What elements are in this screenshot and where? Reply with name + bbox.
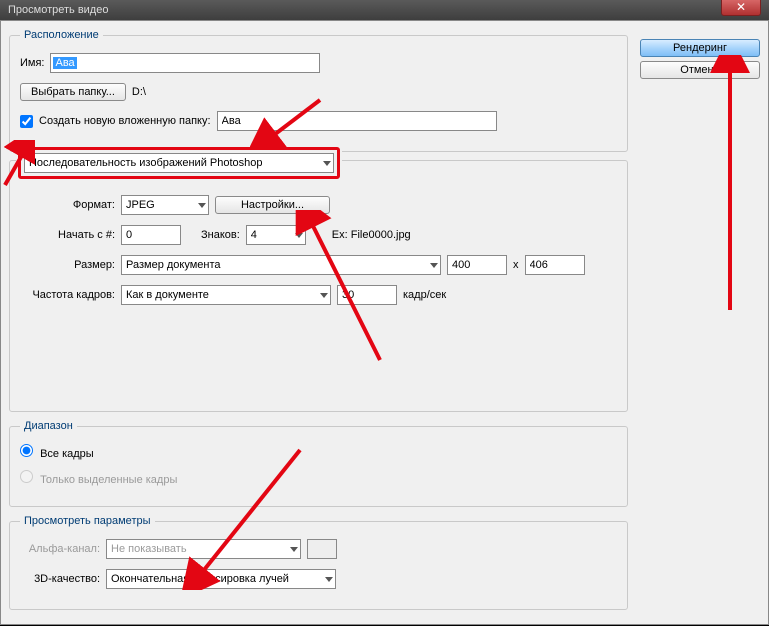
format-group: Последовательность изображений Photoshop… [9,160,628,412]
location-group: Расположение Имя: Ава Выбрать папку... D… [9,29,628,152]
example-label: Ex: File0000.jpg [332,229,411,241]
alpha-extra [307,539,337,559]
window-title: Просмотреть видео [8,4,108,16]
choose-folder-button[interactable]: Выбрать папку... [20,83,126,101]
alpha-label: Альфа-канал: [20,543,100,555]
format-select[interactable]: JPEG [121,195,209,215]
selected-frames-radio [20,470,33,483]
width-input[interactable] [447,255,507,275]
alpha-select: Не показывать [106,539,301,559]
chevron-down-icon [198,203,206,208]
fps-input[interactable] [337,285,397,305]
selected-frames-radio-label: Только выделенные кадры [20,470,177,486]
range-legend: Диапазон [20,420,77,432]
range-group: Диапазон Все кадры Только выделенные кад… [9,420,628,507]
chevron-down-icon [325,577,333,582]
start-input[interactable] [121,225,181,245]
preview-legend: Просмотреть параметры [20,515,155,527]
render-button[interactable]: Рендеринг [640,39,760,57]
cancel-button[interactable]: Отмена [640,61,760,79]
chevron-down-icon [320,293,328,298]
format-label: Формат: [20,199,115,211]
path-label: D:\ [132,86,146,98]
settings-button[interactable]: Настройки... [215,196,330,214]
name-input[interactable]: Ава [50,53,320,73]
chevron-down-icon [295,233,303,238]
titlebar: Просмотреть видео ✕ [0,0,769,20]
output-type-select[interactable]: Последовательность изображений Photoshop [24,153,334,173]
fps-label: Частота кадров: [20,289,115,301]
close-button[interactable]: ✕ [721,0,761,16]
fps-unit-label: кадр/сек [403,289,446,301]
digits-select[interactable]: 4 [246,225,306,245]
create-subfolder-checkbox[interactable] [20,115,33,128]
name-label: Имя: [20,57,44,69]
create-subfolder-label: Создать новую вложенную папку: [39,115,211,127]
size-select[interactable]: Размер документа [121,255,441,275]
subfolder-input[interactable] [217,111,497,131]
all-frames-radio-label[interactable]: Все кадры [20,444,94,460]
chevron-down-icon [323,161,331,166]
location-legend: Расположение [20,29,103,41]
x-label: x [513,259,519,271]
size-label: Размер: [20,259,115,271]
start-label: Начать с #: [20,229,115,241]
quality-label: 3D-качество: [20,573,100,585]
chevron-down-icon [430,263,438,268]
fps-select[interactable]: Как в документе [121,285,331,305]
digits-label: Знаков: [201,229,240,241]
chevron-down-icon [290,547,298,552]
preview-group: Просмотреть параметры Альфа-канал: Не по… [9,515,628,610]
all-frames-radio[interactable] [20,444,33,457]
height-input[interactable] [525,255,585,275]
quality-select[interactable]: Окончательная трассировка лучей [106,569,336,589]
